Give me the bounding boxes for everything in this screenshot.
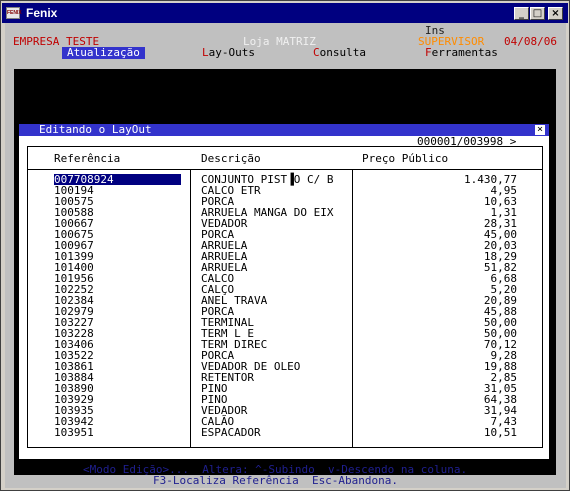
app-window: FENIX Fenix _ □ × Ins EMPRESA TESTE Loja… bbox=[0, 0, 570, 491]
cell-description[interactable]: ESPACADOR bbox=[201, 427, 261, 438]
table-row[interactable]: 100675 PORCA 45,00 bbox=[28, 229, 542, 240]
table-row[interactable]: 100588 ARRUELA MANGA DO EIX 1,31 bbox=[28, 207, 542, 218]
table-row[interactable]: 101400 ARRUELA 51,82 bbox=[28, 262, 542, 273]
menu-layouts-label: ay-Outs bbox=[208, 46, 255, 59]
app-icon: FENIX bbox=[6, 7, 22, 19]
menu-consulta-hotkey: C bbox=[313, 46, 320, 59]
table-row[interactable]: 100967 ARRUELA 20,03 bbox=[28, 240, 542, 251]
table-row[interactable]: 102252 CALÇO 5,20 bbox=[28, 284, 542, 295]
menu-consulta-label: onsulta bbox=[319, 46, 366, 59]
header-divider bbox=[28, 169, 542, 170]
cell-reference[interactable]: 103951 bbox=[54, 427, 94, 438]
maximize-button[interactable]: □ bbox=[530, 7, 545, 20]
table-row[interactable]: 102979 PORCA 45,88 bbox=[28, 306, 542, 317]
layout-editor-dialog: Editando o LayOut × 000001/003998 > Refe… bbox=[18, 123, 550, 460]
close-icon: × bbox=[551, 8, 560, 19]
table-row[interactable]: 100194 CALCO ETR 4,95 bbox=[28, 185, 542, 196]
table-row[interactable]: 103942 CALÃO 7,43 bbox=[28, 416, 542, 427]
table-row[interactable]: 103884 RETENTOR 2,85 bbox=[28, 372, 542, 383]
table-row[interactable]: 103890 PINO 31,05 bbox=[28, 383, 542, 394]
table-row[interactable]: 103935 VEDADOR 31,94 bbox=[28, 405, 542, 416]
cell-price[interactable]: 10,51 bbox=[484, 427, 517, 438]
table-row[interactable]: 103861 VEDADOR DE OLEO 19,88 bbox=[28, 361, 542, 372]
table-row[interactable]: 103228 TERM L E 50,00 bbox=[28, 328, 542, 339]
current-date: 04/08/06 bbox=[504, 35, 557, 48]
dialog-title: Editando o LayOut bbox=[39, 123, 152, 136]
title-bar[interactable]: FENIX Fenix _ □ × bbox=[2, 3, 568, 23]
table-row[interactable]: 103406 TERM DIREC 70,12 bbox=[28, 339, 542, 350]
table-row[interactable]: 103227 TERMINAL 50,00 bbox=[28, 317, 542, 328]
table-row[interactable]: 103929 PINO 64,38 bbox=[28, 394, 542, 405]
menu-ferramentas-label: erramentas bbox=[431, 46, 498, 59]
table-row[interactable]: 007708924 CONJUNTO PIST▐O C/ B 1.430,77 bbox=[28, 174, 542, 185]
close-button[interactable]: × bbox=[548, 7, 563, 20]
table-row[interactable]: 102384 ANEL TRAVA 20,89 bbox=[28, 295, 542, 306]
footer-help-line-2: F3-Localiza Referência Esc-Abandona. bbox=[153, 474, 399, 487]
column-header-description: Descrição bbox=[201, 152, 261, 165]
maximize-icon: □ bbox=[532, 8, 543, 19]
menu-layouts-hotkey: L bbox=[202, 46, 209, 59]
menu-atualizacao[interactable]: Atualização bbox=[62, 47, 145, 59]
minimize-button[interactable]: _ bbox=[514, 7, 529, 20]
table-row[interactable]: 100667 VEDADOR 28,31 bbox=[28, 218, 542, 229]
dialog-close-icon[interactable]: × bbox=[535, 125, 545, 135]
menu-consulta[interactable]: Consulta bbox=[313, 47, 366, 59]
menu-ferramentas[interactable]: Ferramentas bbox=[425, 47, 498, 59]
table-row[interactable]: 101399 ARRUELA 18,29 bbox=[28, 251, 542, 262]
table-row[interactable]: 101956 CALCO 6,68 bbox=[28, 273, 542, 284]
table-row[interactable]: 103951 ESPACADOR 10,51 bbox=[28, 427, 542, 438]
column-header-reference: Referência bbox=[54, 152, 121, 165]
column-header-price: Preço Público bbox=[362, 152, 449, 165]
layout-grid: Referência Descrição Preço Público 00770… bbox=[27, 146, 543, 448]
menu-ferramentas-hotkey: F bbox=[425, 46, 432, 59]
window-title: Fenix bbox=[26, 6, 58, 20]
menu-layouts[interactable]: Lay-Outs bbox=[202, 47, 255, 59]
terminal-console: Ins EMPRESA TESTE Loja MATRIZ SUPERVISOR… bbox=[5, 23, 566, 488]
minimize-icon: _ bbox=[519, 8, 524, 19]
